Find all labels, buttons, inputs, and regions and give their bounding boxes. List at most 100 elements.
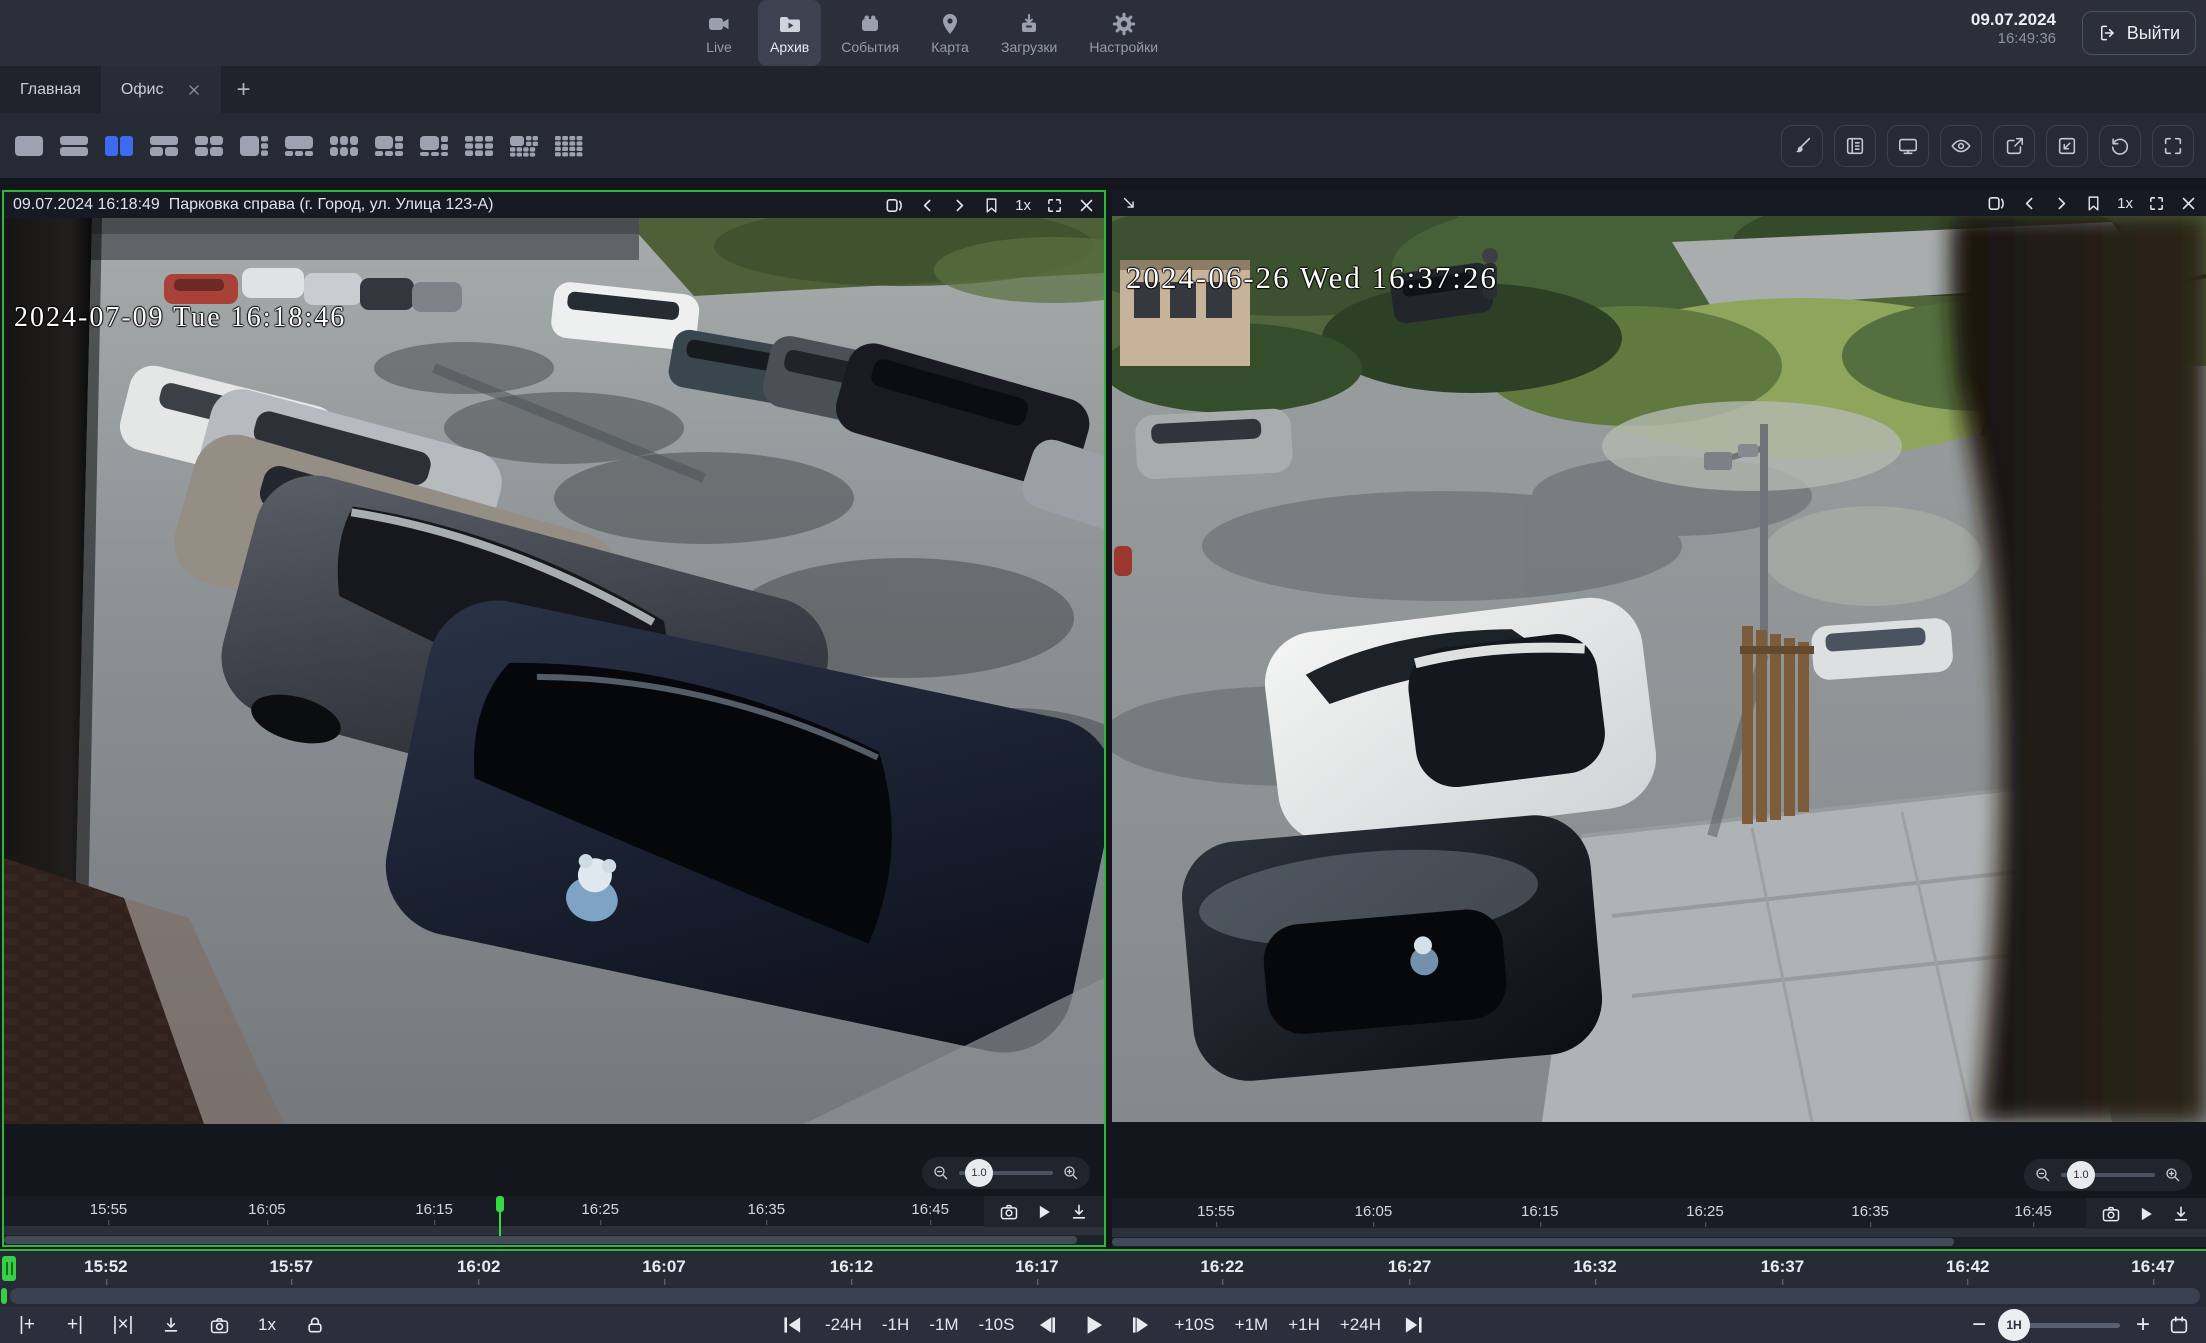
layout-big-left-3-right-button[interactable]: [235, 129, 273, 163]
fullscreen-button[interactable]: [2152, 125, 2194, 167]
timeline-zoom-handle[interactable]: 1.0: [2067, 1161, 2095, 1189]
timeline-playhead[interactable]: [499, 1196, 501, 1236]
jump-back-1h-button[interactable]: -1H: [882, 1315, 909, 1335]
timeline-zoom-out-button[interactable]: −: [1972, 1311, 1986, 1339]
camera-timeline[interactable]: 15:55 16:05 16:15 16:25 16:35 16:45: [4, 1196, 1104, 1226]
layout-big-plus-12-button[interactable]: [505, 129, 543, 163]
timeline-range-slider[interactable]: 1H: [2002, 1323, 2120, 1328]
bookmark-icon[interactable]: [2085, 195, 2102, 212]
nav-item-downloads[interactable]: Загрузки: [989, 0, 1069, 66]
frame-mode-icon[interactable]: [885, 196, 904, 215]
playback-speed-button[interactable]: 1x: [254, 1310, 280, 1340]
timeline-zoom-slider[interactable]: 1.0: [2061, 1173, 2155, 1177]
zoom-out-icon[interactable]: [932, 1164, 950, 1182]
timeline-range-handle[interactable]: 1H: [1998, 1309, 2030, 1341]
play-icon[interactable]: [2136, 1204, 2156, 1224]
prev-camera-icon[interactable]: [2021, 195, 2038, 212]
global-playhead[interactable]: [2, 1256, 16, 1281]
add-tab-button[interactable]: +: [221, 66, 265, 113]
collapse-button[interactable]: [2046, 125, 2088, 167]
drag-corner-icon[interactable]: [1121, 195, 1138, 212]
timeline-zoom-in-button[interactable]: +: [2136, 1311, 2150, 1339]
download-icon[interactable]: [2171, 1204, 2191, 1224]
layout-big-plus-5-button[interactable]: [370, 129, 408, 163]
lock-button[interactable]: [302, 1310, 328, 1340]
layout-1-over-2-button[interactable]: [145, 129, 183, 163]
global-timeline[interactable]: 15:52 15:57 16:02 16:07 16:12 16:17 16:2…: [0, 1249, 2206, 1285]
layout-1x1-button[interactable]: [10, 129, 48, 163]
jump-back-24h-button[interactable]: -24H: [825, 1315, 862, 1335]
camera-close-icon[interactable]: [2180, 195, 2197, 212]
zoom-out-icon[interactable]: [2034, 1166, 2052, 1184]
monitor-button[interactable]: [1887, 125, 1929, 167]
camera-fullscreen-icon[interactable]: [1046, 197, 1063, 214]
timeline-zoom-handle[interactable]: 1.0: [965, 1159, 993, 1187]
zoom-in-icon[interactable]: [2164, 1166, 2182, 1184]
download-icon[interactable]: [1069, 1202, 1089, 1222]
export-button[interactable]: [1993, 125, 2035, 167]
export-range-button[interactable]: [158, 1310, 184, 1340]
range-clear-button[interactable]: |×|: [110, 1310, 136, 1340]
frame-mode-icon[interactable]: [1987, 194, 2006, 213]
camera-close-icon[interactable]: [1078, 197, 1095, 214]
camera-speed-label[interactable]: 1x: [1015, 197, 1031, 214]
tab-office[interactable]: Офис: [101, 66, 222, 113]
camera-video-left[interactable]: 2024-07-09 Tue 16:18:46: [4, 218, 1104, 1124]
calendar-button[interactable]: [2166, 1310, 2192, 1340]
timeline-zoom-slider[interactable]: 1.0: [959, 1171, 1053, 1175]
global-tick: 16:32: [1573, 1257, 1616, 1277]
bookmark-icon[interactable]: [983, 197, 1000, 214]
layout-3x3-button[interactable]: [460, 129, 498, 163]
layout-2-rows-button[interactable]: [55, 129, 93, 163]
snapshot-icon[interactable]: [2101, 1204, 2121, 1224]
next-camera-icon[interactable]: [2053, 195, 2070, 212]
camera-fullscreen-icon[interactable]: [2148, 195, 2165, 212]
camera-panel-left[interactable]: 09.07.2024 16:18:49 Парковка справа (г. …: [2, 190, 1106, 1247]
camera-timeline[interactable]: 15:55 16:05 16:15 16:25 16:35 16:45: [1112, 1198, 2206, 1228]
jump-back-1m-button[interactable]: -1M: [929, 1315, 958, 1335]
zoom-in-icon[interactable]: [1062, 1164, 1080, 1182]
nav-item-settings[interactable]: Настройки: [1077, 0, 1170, 66]
jump-back-10s-button[interactable]: -10S: [979, 1315, 1015, 1335]
jump-forward-10s-button[interactable]: +10S: [1174, 1315, 1214, 1335]
play-icon[interactable]: [1034, 1202, 1054, 1222]
global-scrollbar-thumb[interactable]: [10, 1288, 2200, 1304]
rotate-ccw-button[interactable]: [2099, 125, 2141, 167]
prev-camera-icon[interactable]: [919, 197, 936, 214]
layout-4x4-button[interactable]: [550, 129, 588, 163]
snapshot-button[interactable]: [206, 1310, 232, 1340]
nav-item-map[interactable]: Карта: [919, 0, 981, 66]
brush-button[interactable]: [1781, 125, 1823, 167]
skip-to-end-button[interactable]: [1401, 1310, 1427, 1340]
logout-button[interactable]: Выйти: [2082, 11, 2196, 55]
jump-forward-24h-button[interactable]: +24H: [1340, 1315, 1381, 1335]
layout-3x2-button[interactable]: [325, 129, 363, 163]
layout-big-plus-5-alt-button[interactable]: [415, 129, 453, 163]
step-forward-button[interactable]: [1128, 1310, 1154, 1340]
nav-item-live[interactable]: Live: [688, 0, 750, 66]
panel-list-button[interactable]: [1834, 125, 1876, 167]
range-end-button[interactable]: +|: [62, 1310, 88, 1340]
play-button[interactable]: [1080, 1310, 1108, 1340]
camera-video-right[interactable]: 2024-06-26 Wed 16:37:26: [1112, 216, 2206, 1122]
timeline-scrollbar-thumb[interactable]: [1112, 1238, 1954, 1246]
step-back-button[interactable]: [1034, 1310, 1060, 1340]
skip-to-start-button[interactable]: [779, 1310, 805, 1340]
range-start-button[interactable]: |+: [14, 1310, 40, 1340]
nav-item-archive[interactable]: Архив: [758, 0, 821, 66]
snapshot-icon[interactable]: [999, 1202, 1019, 1222]
eye-button[interactable]: [1940, 125, 1982, 167]
tab-close-icon[interactable]: [187, 83, 201, 97]
layout-2x2-button[interactable]: [190, 129, 228, 163]
top-bar: Live Архив События Карта: [0, 0, 2206, 66]
nav-item-events[interactable]: События: [829, 0, 911, 66]
timeline-scrollbar-thumb[interactable]: [4, 1236, 1077, 1244]
layout-big-top-3-bottom-button[interactable]: [280, 129, 318, 163]
jump-forward-1h-button[interactable]: +1H: [1288, 1315, 1320, 1335]
next-camera-icon[interactable]: [951, 197, 968, 214]
jump-forward-1m-button[interactable]: +1M: [1235, 1315, 1269, 1335]
camera-panel-right[interactable]: 1x: [1112, 190, 2206, 1247]
camera-speed-label[interactable]: 1x: [2117, 195, 2133, 212]
layout-2-columns-button[interactable]: [100, 129, 138, 163]
tab-main[interactable]: Главная: [0, 66, 101, 113]
